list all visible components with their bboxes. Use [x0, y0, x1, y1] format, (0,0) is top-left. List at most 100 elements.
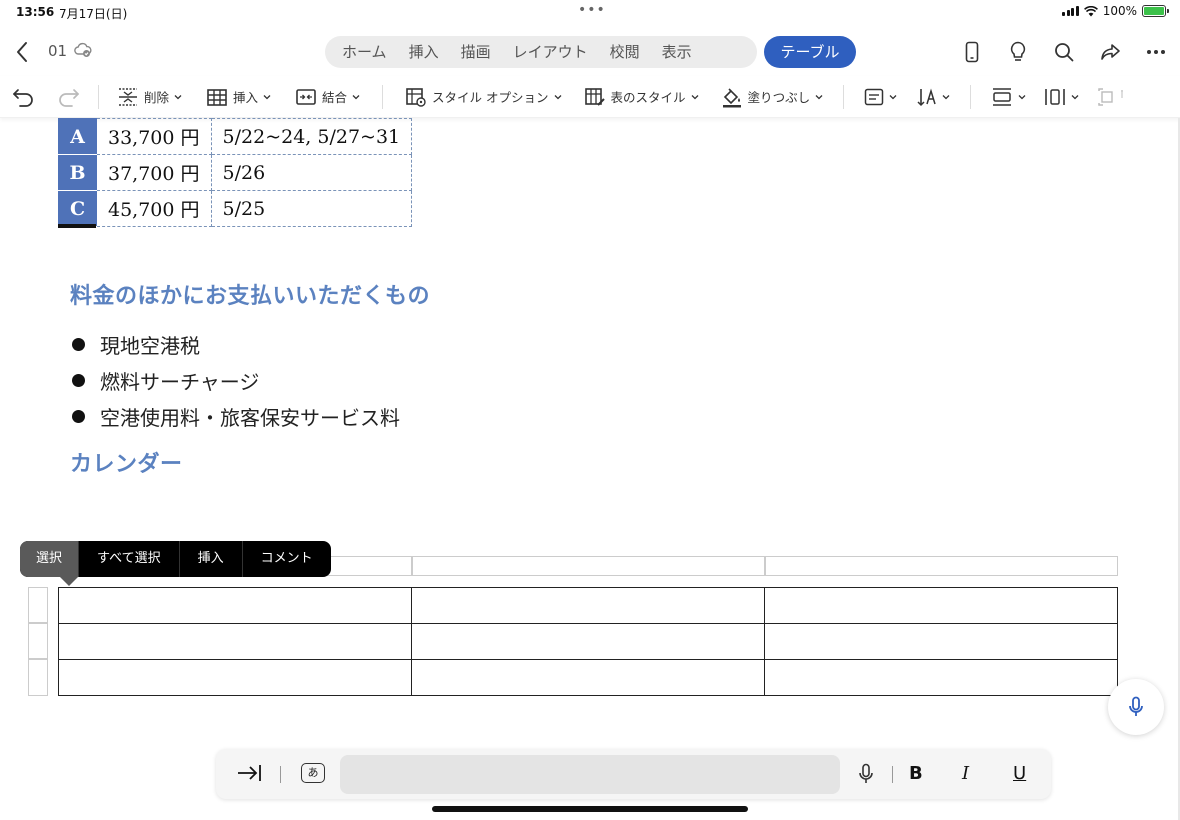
style-options-label: スタイル オプション: [432, 90, 549, 105]
delete-table-button[interactable]: 削除: [117, 82, 182, 112]
heading-calendar[interactable]: カレンダー: [70, 446, 183, 478]
table-bottom-border: [58, 224, 96, 228]
ribbon-tabs: ホーム 挿入 描画 レイアウト 校閲 表示: [325, 36, 757, 68]
dates-cell[interactable]: 5/26: [210, 154, 413, 191]
table-styles-button[interactable]: 表のスタイル: [584, 82, 699, 112]
mobile-view-button[interactable]: [958, 38, 986, 66]
row-handle[interactable]: [28, 623, 48, 659]
dates-cell[interactable]: 5/25: [210, 190, 413, 227]
delete-label: 削除: [144, 90, 170, 105]
title-bar: 01 ホーム 挿入 描画 レイアウト 校閲 表示 テーブル: [0, 28, 1180, 76]
list-item-text: 空港使用料・旅客保安サービス料: [100, 405, 400, 430]
insert-label: 挿入: [233, 90, 259, 105]
distribute-columns-button[interactable]: [1044, 82, 1079, 112]
list-item[interactable]: 燃料サーチャージ: [70, 362, 400, 398]
merge-cells-button[interactable]: 結合: [295, 82, 360, 112]
tab-review[interactable]: 校閲: [599, 36, 651, 68]
select-menu-item[interactable]: 選択: [20, 541, 79, 577]
insert-menu-item[interactable]: 挿入: [178, 541, 242, 577]
table-cell[interactable]: [764, 623, 1118, 660]
table-row: [58, 659, 1118, 696]
list-item[interactable]: 現地空港税: [70, 326, 400, 362]
table-cell[interactable]: [58, 587, 412, 624]
table-cell[interactable]: [764, 587, 1118, 624]
heading-extra-charges[interactable]: 料金のほかにお支払いいただくもの: [70, 278, 430, 310]
comment-menu-item[interactable]: コメント: [241, 541, 331, 577]
italic-button[interactable]: I: [962, 763, 969, 784]
autofit-button[interactable]: [1097, 82, 1129, 112]
chevron-down-icon: [1071, 94, 1079, 99]
select-all-menu-item[interactable]: すべて選択: [78, 541, 179, 577]
delete-rows-icon: [119, 87, 137, 106]
table-style-icon: [584, 87, 605, 106]
distribute-rows-button[interactable]: [991, 82, 1026, 112]
price-cell[interactable]: 33,700 円: [96, 118, 212, 155]
class-cell[interactable]: B: [58, 154, 97, 191]
more-button[interactable]: [1142, 38, 1170, 66]
dates-cell[interactable]: 5/22~24, 5/27~31: [210, 118, 413, 155]
predictive-text-field[interactable]: [340, 755, 840, 794]
context-menu-pointer: [60, 577, 78, 586]
ribbon-separator: [970, 84, 972, 109]
kana-input-button[interactable]: あ: [301, 763, 325, 783]
row-handle[interactable]: [28, 587, 48, 623]
row-handle[interactable]: [28, 659, 48, 696]
bold-button[interactable]: B: [909, 763, 923, 784]
style-options-button[interactable]: スタイル オプション: [405, 82, 561, 112]
underline-button[interactable]: U: [1013, 763, 1026, 784]
dictate-button[interactable]: [1108, 679, 1164, 735]
tab-key-button[interactable]: [236, 762, 262, 788]
price-cell[interactable]: 37,700 円: [96, 154, 212, 191]
home-indicator[interactable]: [432, 806, 748, 812]
class-cell[interactable]: C: [58, 190, 97, 227]
class-cell[interactable]: A: [58, 118, 97, 155]
ideas-button[interactable]: [1004, 38, 1032, 66]
tab-draw[interactable]: 描画: [450, 36, 502, 68]
table-cell[interactable]: [58, 659, 412, 696]
tab-view[interactable]: 表示: [651, 36, 703, 68]
list-item[interactable]: 空港使用料・旅客保安サービス料: [70, 398, 400, 434]
tab-insert[interactable]: 挿入: [398, 36, 450, 68]
multitasking-dots-icon[interactable]: •••: [578, 2, 606, 18]
fill-color-button[interactable]: 塗りつぶし: [721, 82, 824, 112]
column-handle[interactable]: [412, 556, 765, 576]
table-row: [58, 587, 1118, 624]
price-cell[interactable]: 45,700 円: [96, 190, 212, 227]
bar-separator: [280, 766, 281, 783]
share-button[interactable]: [1096, 38, 1124, 66]
cell-alignment-button[interactable]: [864, 82, 897, 112]
chevron-down-icon: [942, 94, 950, 99]
text-direction-button[interactable]: [917, 82, 950, 112]
distribute-rows-icon: [993, 87, 1012, 106]
cellular-signal-icon: [1062, 6, 1079, 16]
table-cell[interactable]: [411, 623, 765, 660]
battery-icon: [1142, 5, 1169, 17]
undo-button[interactable]: [12, 82, 36, 112]
document-name[interactable]: 01: [48, 42, 67, 60]
keyboard-dictation-button[interactable]: [858, 763, 874, 789]
share-icon: [1101, 44, 1120, 60]
tab-arrow-icon: [238, 765, 261, 781]
tab-layout[interactable]: レイアウト: [502, 36, 599, 68]
tab-home[interactable]: ホーム: [331, 36, 398, 68]
microphone-icon: [859, 763, 873, 783]
column-handle[interactable]: [765, 556, 1118, 576]
table-cell[interactable]: [764, 659, 1118, 696]
ribbon-separator: [98, 84, 99, 109]
table-cell[interactable]: [411, 587, 765, 624]
table-row: C 45,700 円 5/25: [58, 190, 413, 227]
table-cell[interactable]: [58, 623, 412, 660]
document-canvas[interactable]: A 33,700 円 5/22~24, 5/27~31 B 37,700 円 5…: [0, 118, 1180, 820]
tab-table[interactable]: テーブル: [764, 36, 856, 68]
table-row: [58, 623, 1118, 660]
table-settings-icon: [406, 87, 426, 107]
keyboard-accessory-bar: あ B I U: [216, 749, 1051, 799]
table-cell[interactable]: [411, 659, 765, 696]
price-table: A 33,700 円 5/22~24, 5/27~31 B 37,700 円 5…: [58, 118, 413, 227]
redo-button[interactable]: [56, 82, 80, 112]
cloud-sync-icon: [74, 42, 92, 57]
back-button[interactable]: [8, 38, 36, 66]
insert-table-button[interactable]: 挿入: [206, 82, 271, 112]
search-button[interactable]: [1050, 38, 1078, 66]
paint-bucket-icon: [722, 87, 741, 107]
